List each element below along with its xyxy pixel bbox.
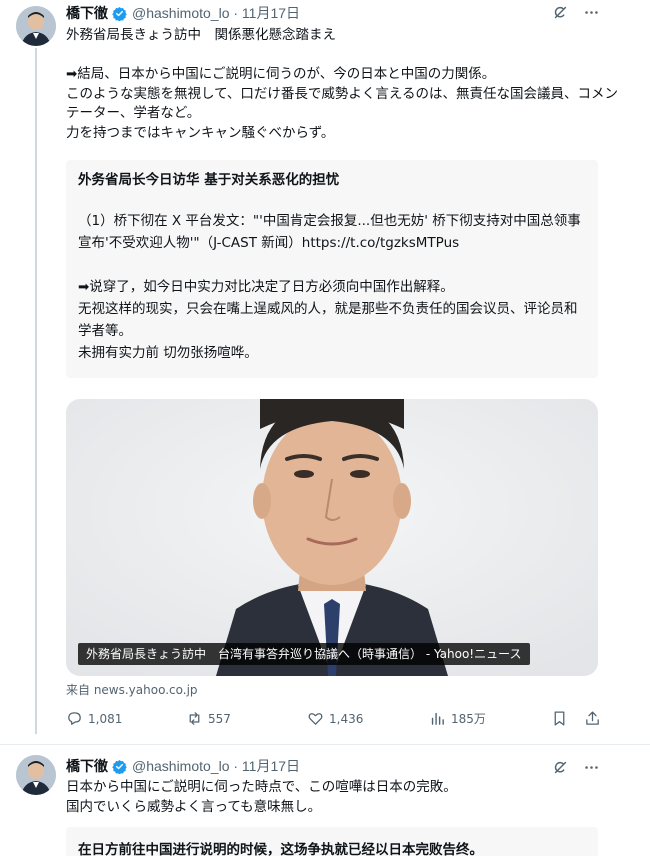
quoted-translation-box: 外务省局长今日访华 基于对关系恶化的担忧 （1）桥下彻在 X 平台发文："'中国… bbox=[66, 160, 598, 378]
tweet-text: 外務省局長きょう訪中 関係悪化懸念踏まえ ➡結局、日本から中国にご説明に伺うのが… bbox=[66, 27, 619, 141]
more-icon[interactable] bbox=[583, 759, 600, 776]
share-icon bbox=[584, 710, 601, 727]
tweet[interactable]: 橋下徹 @hashimoto_lo · 11月17日 日本から中国にご説明に伺っ… bbox=[0, 744, 650, 856]
quote-text: 在日方前往中国进行说明的时候，这场争执就已经以日本完败告终。 bbox=[78, 842, 483, 856]
grok-icon[interactable] bbox=[552, 4, 569, 21]
author-name[interactable]: 橋下徹 bbox=[66, 3, 108, 23]
share-button[interactable] bbox=[584, 710, 601, 727]
verified-badge-icon bbox=[112, 6, 127, 21]
more-icon[interactable] bbox=[583, 4, 600, 21]
handle-and-time[interactable]: @hashimoto_lo · 11月17日 bbox=[132, 756, 300, 776]
views-count: 185万 bbox=[451, 712, 486, 726]
bookmark-icon bbox=[551, 710, 568, 727]
bookmark-button[interactable] bbox=[551, 710, 568, 727]
tweet[interactable]: 橋下徹 @hashimoto_lo · 11月17日 外務省局長きょう訪中 関係… bbox=[0, 0, 650, 736]
avatar[interactable] bbox=[16, 6, 56, 46]
like-count: 1,436 bbox=[329, 711, 364, 726]
tweet-actions: 1,081 557 1,436 185万 bbox=[66, 710, 606, 732]
handle-and-time[interactable]: @hashimoto_lo · 11月17日 bbox=[132, 3, 300, 23]
quoted-translation-box: 在日方前往中国进行说明的时候，这场争执就已经以日本完败告终。 bbox=[66, 827, 598, 856]
views-icon bbox=[429, 710, 446, 727]
link-card-image[interactable]: 外務省局長きょう訪中 台湾有事答弁巡り協議へ（時事通信） - Yahoo!ニュー… bbox=[66, 399, 598, 676]
image-caption: 外務省局長きょう訪中 台湾有事答弁巡り協議へ（時事通信） - Yahoo!ニュー… bbox=[78, 643, 530, 665]
repost-icon bbox=[186, 710, 203, 727]
reply-icon bbox=[66, 710, 83, 727]
grok-icon[interactable] bbox=[552, 759, 569, 776]
views-button[interactable]: 185万 bbox=[429, 710, 486, 727]
thread-line bbox=[35, 48, 37, 734]
avatar[interactable] bbox=[16, 755, 56, 795]
repost-count: 557 bbox=[208, 711, 231, 726]
like-icon bbox=[307, 710, 324, 727]
tweet-header: 橋下徹 @hashimoto_lo · 11月17日 bbox=[66, 4, 300, 22]
author-name[interactable]: 橋下徹 bbox=[66, 756, 108, 776]
quote-title: 外务省局长今日访华 基于对关系恶化的担忧 bbox=[78, 172, 340, 188]
reply-button[interactable]: 1,081 bbox=[66, 710, 122, 727]
verified-badge-icon bbox=[112, 759, 127, 774]
quote-text: （1）桥下彻在 X 平台发文："'中国肯定会报复...但也无妨' 桥下彻支持对中… bbox=[78, 213, 581, 361]
tweet-header: 橋下徹 @hashimoto_lo · 11月17日 bbox=[66, 757, 300, 775]
tweet-text: 日本から中国にご説明に伺った時点で、この喧嘩は日本の完敗。 国内でいくら威勢よく… bbox=[66, 779, 457, 815]
like-button[interactable]: 1,436 bbox=[307, 710, 363, 727]
link-source[interactable]: 来自 news.yahoo.co.jp bbox=[66, 681, 198, 698]
repost-button[interactable]: 557 bbox=[186, 710, 231, 727]
reply-count: 1,081 bbox=[88, 711, 123, 726]
